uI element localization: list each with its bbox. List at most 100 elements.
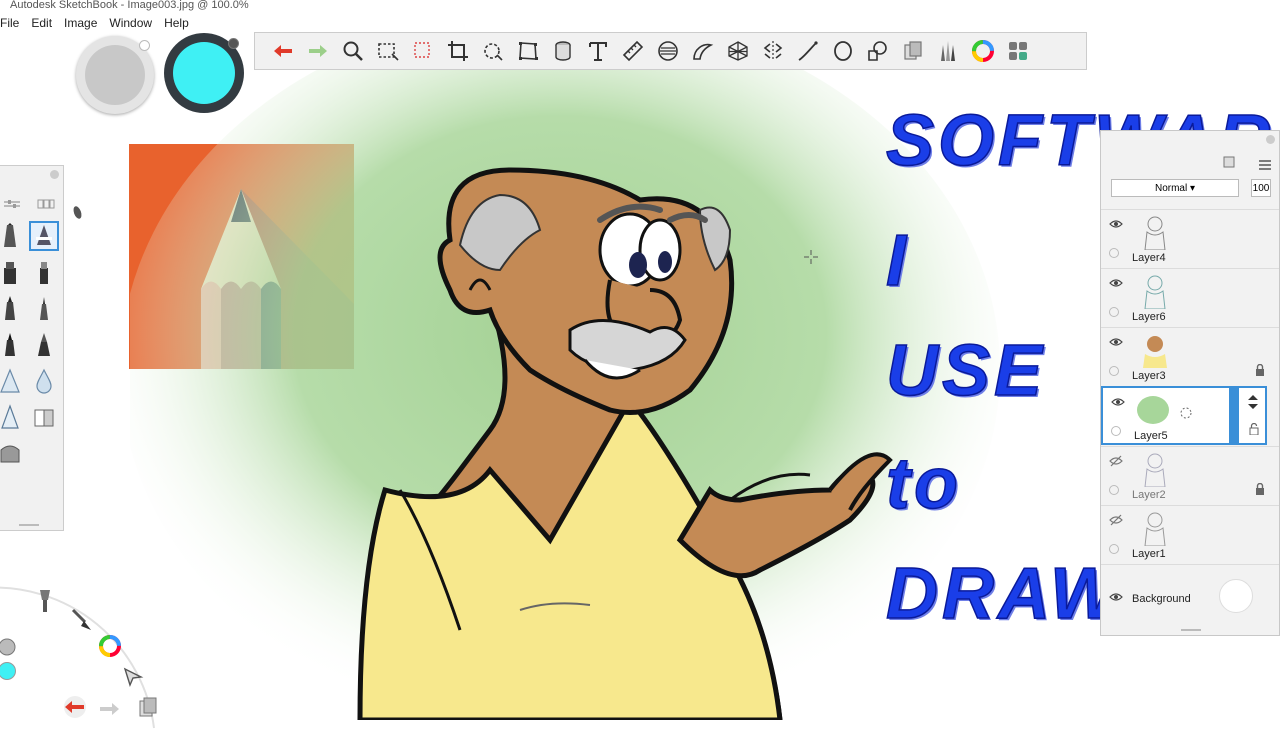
layer-select-radio[interactable] xyxy=(1111,426,1121,436)
layer-select-radio[interactable] xyxy=(1109,307,1119,317)
brush-water-drop[interactable] xyxy=(29,366,59,396)
panel-resize-handle[interactable] xyxy=(1181,629,1201,631)
lock-icon[interactable] xyxy=(1255,364,1265,376)
menu-image[interactable]: Image xyxy=(64,14,97,32)
brush-airbrush-selected[interactable] xyxy=(29,221,59,251)
copy-paste-button[interactable] xyxy=(897,36,929,66)
layer-thumbnail xyxy=(1144,453,1166,487)
eye-icon[interactable] xyxy=(1109,336,1123,348)
crop-icon xyxy=(448,41,468,61)
layer-opacity-slider[interactable] xyxy=(1229,388,1239,444)
panel-close-icon[interactable] xyxy=(1266,135,1275,144)
panel-close-icon[interactable] xyxy=(50,170,59,179)
brush-settings-icon[interactable] xyxy=(3,196,21,208)
copy-layer-icon[interactable] xyxy=(138,696,158,718)
eye-icon[interactable] xyxy=(1109,218,1123,230)
undo-icon[interactable] xyxy=(60,696,90,718)
brush-calligraphy[interactable] xyxy=(29,330,59,360)
blend-mode-select[interactable]: Normal ▾ xyxy=(1111,179,1239,197)
color-wheel-icon[interactable] xyxy=(98,634,122,658)
headline-line-2: I xyxy=(885,221,911,301)
panel-resize-handle[interactable] xyxy=(19,524,39,526)
brush-triangle[interactable] xyxy=(0,366,25,396)
fill-button[interactable] xyxy=(547,36,579,66)
brush-pencil[interactable] xyxy=(0,221,25,251)
ellipse-guide-button[interactable] xyxy=(652,36,684,66)
add-layer-icon[interactable] xyxy=(1223,155,1235,168)
layer-menu-icon[interactable] xyxy=(1259,157,1271,170)
menu-file[interactable]: File xyxy=(0,14,19,32)
undo-icon xyxy=(274,45,292,57)
layer-row[interactable]: Layer4 xyxy=(1101,209,1279,268)
distort-button[interactable] xyxy=(512,36,544,66)
brush-marker[interactable] xyxy=(0,258,25,288)
layer-reorder-icon[interactable] xyxy=(1247,395,1259,409)
line-button[interactable] xyxy=(792,36,824,66)
ruler-icon xyxy=(622,40,644,62)
text-button[interactable] xyxy=(582,36,614,66)
menu-edit[interactable]: Edit xyxy=(31,14,52,32)
brush-palette-icon xyxy=(1009,42,1027,60)
eye-hidden-icon[interactable] xyxy=(1109,514,1123,526)
menu-help[interactable]: Help xyxy=(164,14,189,32)
layer-row[interactable]: Layer6 xyxy=(1101,268,1279,327)
french-curve-button[interactable] xyxy=(687,36,719,66)
color-wheel-button[interactable] xyxy=(967,36,999,66)
zoom-button[interactable] xyxy=(337,36,369,66)
brush-palette-panel xyxy=(0,165,64,531)
background-color-swatch[interactable] xyxy=(1219,579,1253,613)
select-rect-button[interactable] xyxy=(372,36,404,66)
layer-row-selected[interactable]: Layer5 xyxy=(1101,386,1267,445)
redo-icon[interactable] xyxy=(94,698,124,720)
ruler-button[interactable] xyxy=(617,36,649,66)
menu-window[interactable]: Window xyxy=(109,14,152,32)
puck-tool-icon[interactable] xyxy=(0,638,16,656)
layer-move-icon[interactable] xyxy=(1179,406,1193,420)
shape-button[interactable] xyxy=(862,36,894,66)
layer-select-radio[interactable] xyxy=(1109,248,1119,258)
layer-select-radio[interactable] xyxy=(1109,485,1119,495)
brush-grid-view-icon[interactable] xyxy=(37,196,55,209)
brush-library-button[interactable] xyxy=(932,36,964,66)
paint-brush-icon[interactable] xyxy=(69,606,93,632)
brush-palette-button[interactable] xyxy=(1002,36,1034,66)
fineliner-icon xyxy=(40,297,48,320)
lock-icon[interactable] xyxy=(1255,483,1265,495)
layer-row[interactable]: Layer1 xyxy=(1101,505,1279,564)
unlock-icon[interactable] xyxy=(1249,423,1259,435)
perspective-icon xyxy=(728,41,748,61)
eye-icon[interactable] xyxy=(1109,591,1123,603)
ellipse-button[interactable] xyxy=(827,36,859,66)
felt-pen-icon xyxy=(40,262,48,284)
puck-handle-icon xyxy=(228,38,239,49)
brush-smudge[interactable] xyxy=(0,402,25,432)
redo-button[interactable] xyxy=(302,36,334,66)
perspective-button[interactable] xyxy=(722,36,754,66)
layer-row[interactable]: Layer2 xyxy=(1101,446,1279,505)
layer-select-radio[interactable] xyxy=(1109,366,1119,376)
transform-button[interactable] xyxy=(477,36,509,66)
brush-library-icon xyxy=(941,41,955,61)
eye-icon[interactable] xyxy=(1111,396,1125,408)
brush-felt-pen[interactable] xyxy=(29,258,59,288)
brush-fineliner[interactable] xyxy=(29,294,59,324)
select-arrow-icon[interactable] xyxy=(122,666,144,688)
eye-hidden-icon[interactable] xyxy=(1109,455,1123,467)
eye-icon[interactable] xyxy=(1109,277,1123,289)
layer-name: Layer5 xyxy=(1134,430,1168,442)
layer-opacity-field[interactable]: 100 xyxy=(1251,179,1271,197)
symmetry-button[interactable] xyxy=(757,36,789,66)
layer-select-radio[interactable] xyxy=(1109,544,1119,554)
brush-eraser[interactable] xyxy=(29,402,59,432)
background-layer-row[interactable]: Background xyxy=(1101,564,1279,624)
brush-pen[interactable] xyxy=(0,330,25,360)
undo-button[interactable] xyxy=(267,36,299,66)
symmetry-icon xyxy=(763,41,783,61)
brush-ink[interactable] xyxy=(0,294,25,324)
brush-tool-icon[interactable] xyxy=(34,588,56,614)
layer-row[interactable]: Layer3 xyxy=(1101,327,1279,386)
select-lasso-button[interactable] xyxy=(407,36,439,66)
brush-soft-eraser[interactable] xyxy=(0,438,25,468)
headline-line-5: DRAW xyxy=(885,554,1122,634)
crop-button[interactable] xyxy=(442,36,474,66)
